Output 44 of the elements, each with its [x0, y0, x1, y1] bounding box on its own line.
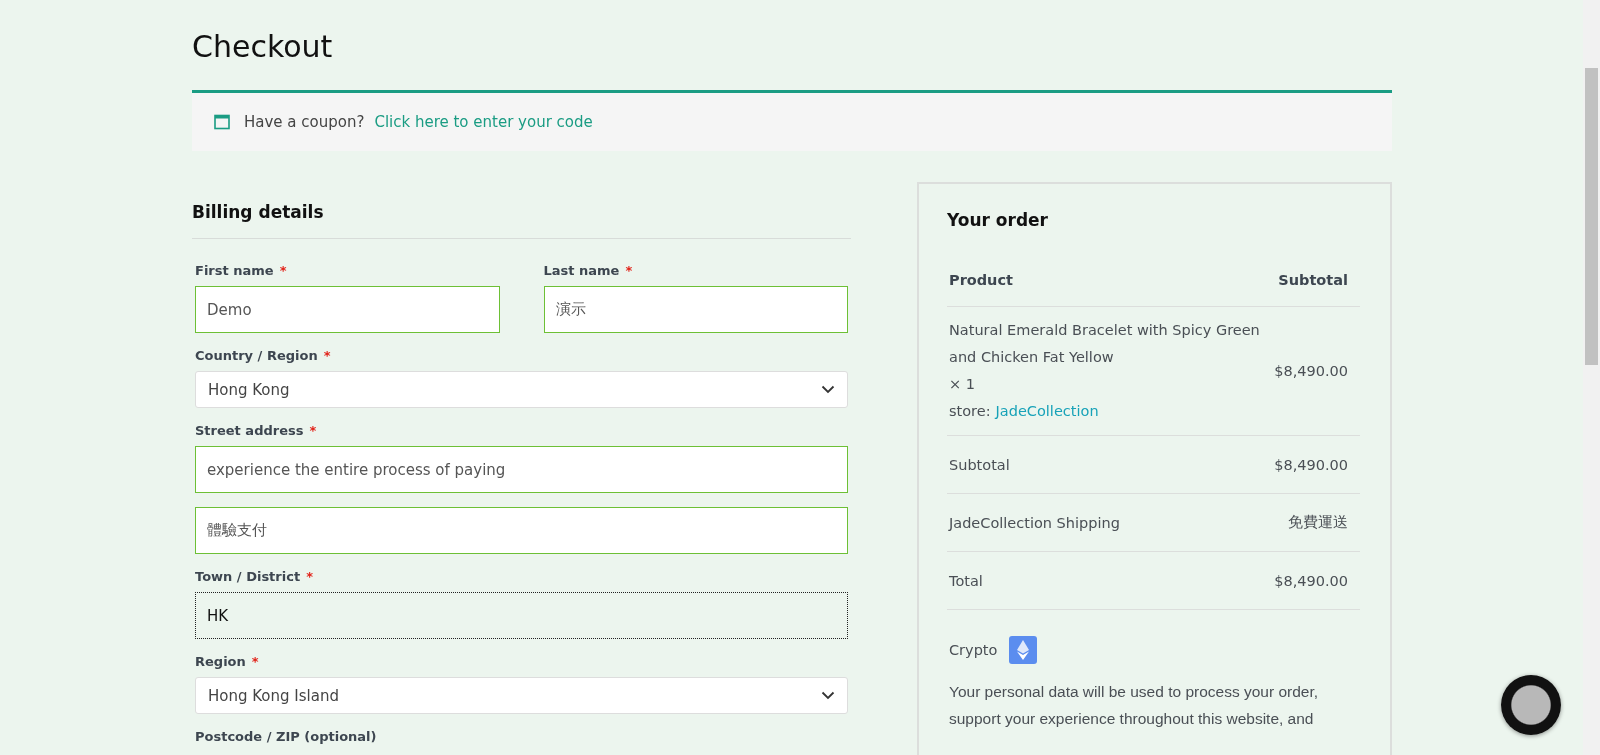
dropdown[interactable]: Hong Kong Island — [195, 677, 848, 714]
calendar-icon — [214, 114, 230, 130]
privacy-notice: Your personal data will be used to process your order, support your experience throughout this website, and — [949, 682, 1320, 729]
total-value: $8,490.00 — [1274, 456, 1348, 473]
field-label: Region — [195, 654, 246, 669]
text-field[interactable]: 演示 — [543, 286, 848, 333]
order-heading: Your order — [947, 210, 1049, 230]
chevron-down-icon — [821, 385, 835, 394]
required-mark: * — [625, 263, 633, 278]
required-mark: * — [251, 654, 259, 669]
total-value: $8,490.00 — [1274, 572, 1348, 589]
coupon-text: Have a coupon? — [244, 113, 365, 131]
text-field[interactable]: 體驗支付 — [195, 507, 848, 554]
required-mark: * — [323, 348, 331, 363]
product-name: Natural Emerald Bracelet with Spicy Green and Chicken Fat Yellow — [949, 321, 1261, 367]
required-mark: * — [309, 423, 317, 438]
product-price: $8,490.00 — [1274, 363, 1348, 379]
total-value: 免費運送 — [1288, 513, 1348, 532]
dropdown[interactable]: Hong Kong — [195, 371, 848, 408]
text-field[interactable]: Demo — [195, 286, 500, 333]
ethereum-icon — [1009, 636, 1038, 664]
required-mark: * — [306, 569, 313, 584]
chevron-down-icon — [821, 691, 835, 700]
product-quantity: × 1 — [949, 375, 976, 394]
scrollbar[interactable] — [1583, 0, 1600, 755]
total-label: Total — [949, 572, 983, 589]
field-label: Last name — [543, 263, 620, 278]
total-label: Subtotal — [949, 456, 1010, 473]
section-heading: Billing details — [192, 202, 325, 222]
profile-photo-button[interactable] — [1501, 675, 1561, 735]
text-field[interactable]: experience the entire process of paying — [195, 446, 848, 493]
payment-method-label: Crypto — [949, 642, 998, 658]
field-label: First name — [195, 263, 274, 278]
store-label: store: — [949, 402, 991, 421]
field-label: Street address — [195, 423, 304, 438]
field-label: Town / District — [195, 569, 301, 584]
text-field[interactable]: HK — [195, 592, 848, 639]
column-header: Subtotal — [1278, 272, 1348, 288]
column-header: Product — [949, 272, 1013, 288]
page-title: Checkout — [192, 30, 334, 64]
total-label: JadeCollection Shipping — [949, 514, 1120, 531]
required-mark: * — [279, 263, 287, 278]
field-label: Country / Region — [195, 348, 318, 363]
field-label: Postcode / ZIP (optional) — [195, 729, 377, 744]
